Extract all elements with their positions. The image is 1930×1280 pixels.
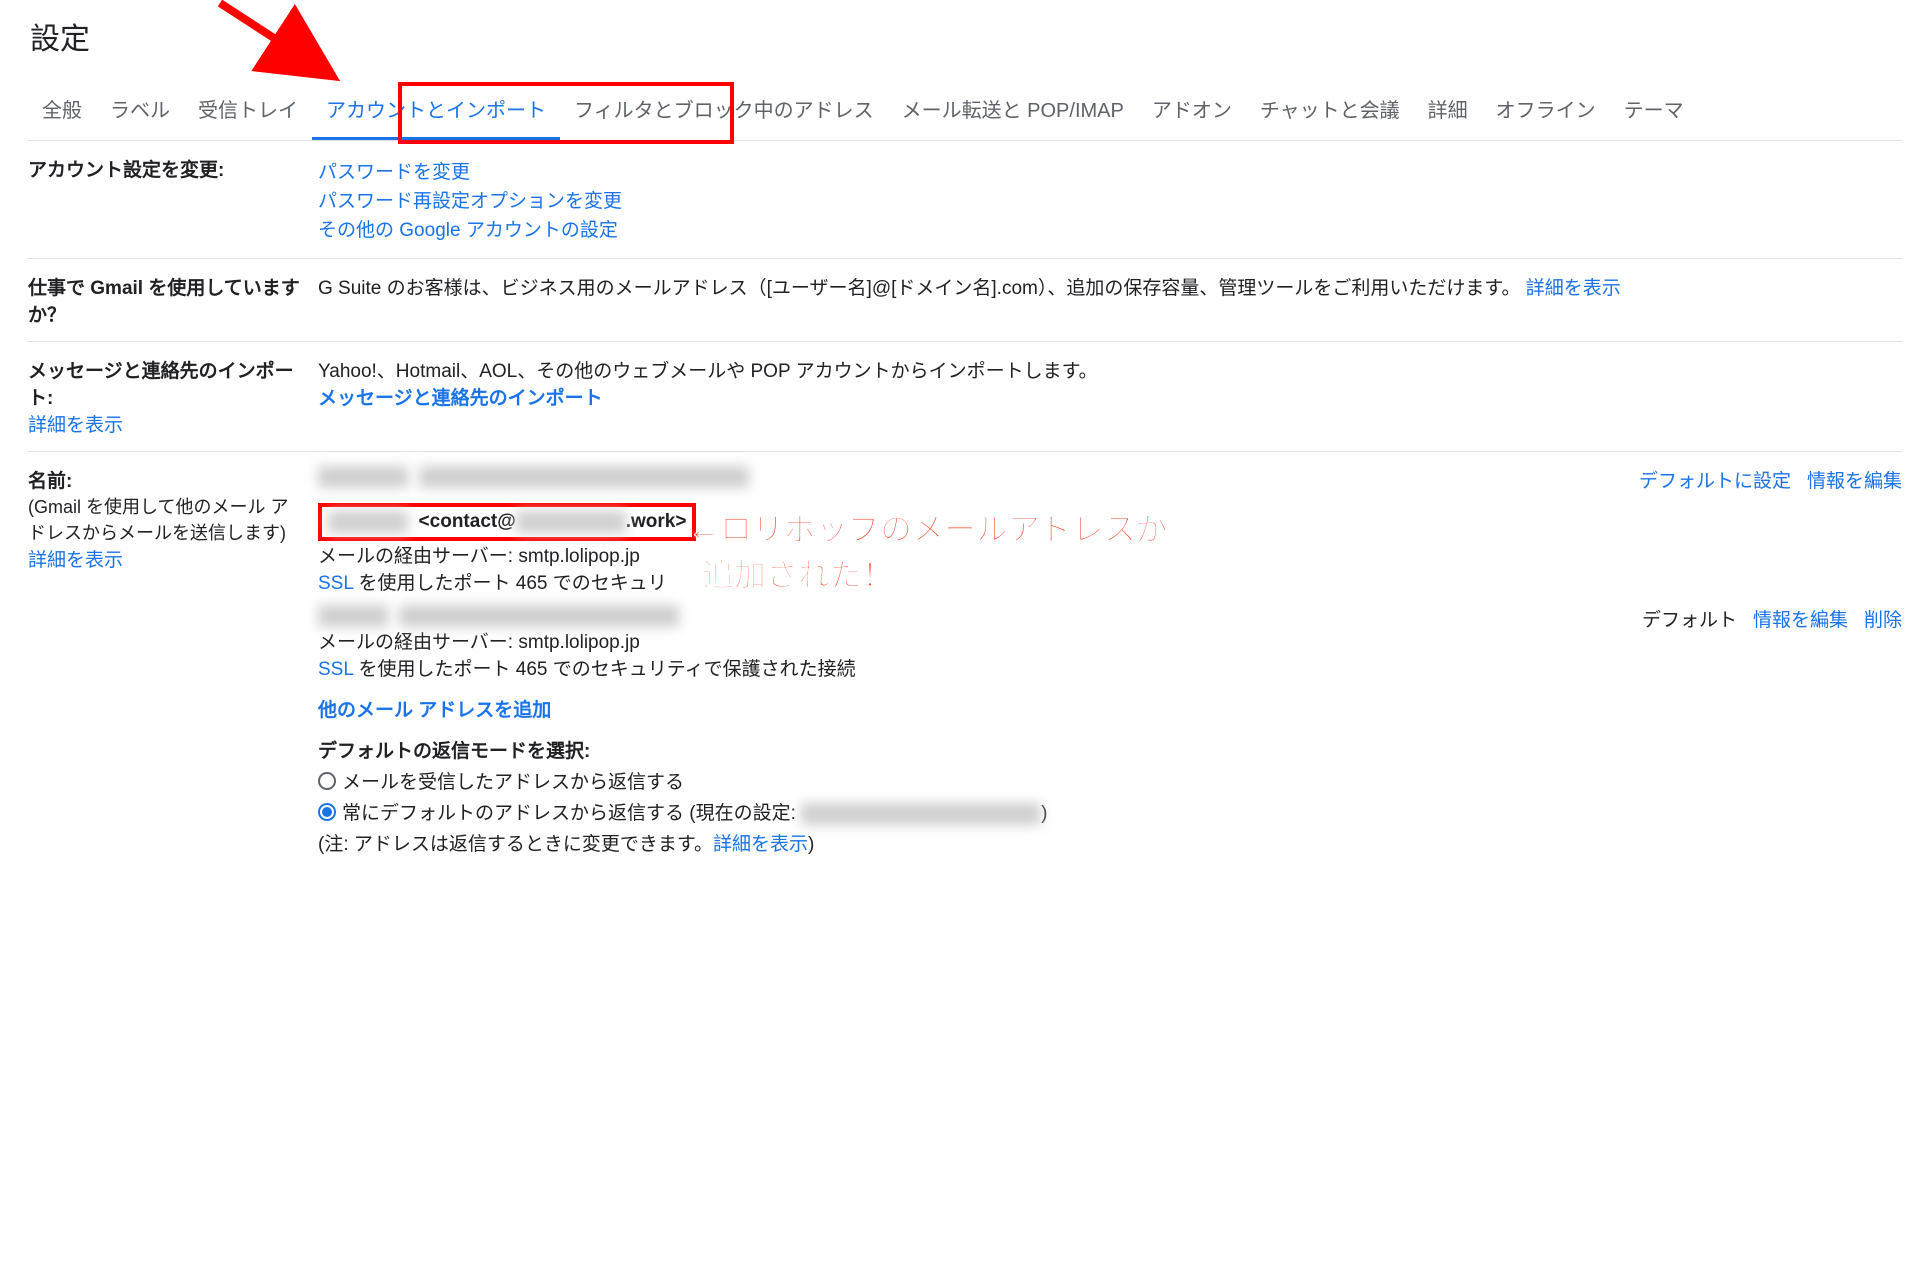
section-sub: (Gmail を使用して他のメール アドレスからメールを送信します) — [28, 497, 288, 543]
link-details[interactable]: 詳細を表示 — [28, 550, 123, 571]
tab-0[interactable]: 全般 — [28, 76, 96, 140]
link-set-default[interactable]: デフォルトに設定 — [1639, 466, 1791, 493]
send-as-address: <contact@xxx.work> — [413, 511, 686, 532]
tab-8[interactable]: 詳細 — [1414, 76, 1482, 140]
tab-10[interactable]: テーマ — [1610, 76, 1698, 140]
redacted-text: xx — [399, 605, 679, 627]
link-change-password[interactable]: パスワードを変更 — [318, 157, 1902, 184]
section-label: 仕事で Gmail を使用していますか？ — [28, 273, 318, 327]
link-other-google-settings[interactable]: その他の Google アカウントの設定 — [318, 215, 1902, 242]
annotation-callout: ←ロリポップのメールアドレスが 追加された！ — [688, 504, 1168, 596]
redacted-text: xxx — [801, 803, 1041, 825]
annotation-highlight-address: xx <contact@xxx.work> — [318, 503, 696, 541]
reply-mode-heading: デフォルトの返信モードを選択: — [318, 736, 1902, 763]
ssl-label: SSL — [318, 659, 353, 680]
tab-1[interactable]: ラベル — [96, 76, 184, 140]
tab-9[interactable]: オフライン — [1482, 76, 1610, 140]
ssl-description: を使用したポート 465 でのセキュリ — [353, 573, 667, 594]
ssl-label: SSL — [318, 573, 353, 594]
ssl-description: を使用したポート 465 でのセキュリティで保護された接続 — [353, 659, 855, 680]
section-change-account: アカウント設定を変更: パスワードを変更 パスワード再設定オプションを変更 その… — [28, 141, 1902, 259]
gsuite-description: G Suite のお客様は、ビジネス用のメールアドレス（[ユーザー名]@[ドメイ… — [318, 278, 1520, 299]
redacted-text: xx — [318, 466, 408, 488]
tab-5[interactable]: メール転送と POP/IMAP — [888, 76, 1138, 140]
section-label: アカウント設定を変更: — [28, 155, 318, 244]
link-edit-info[interactable]: 情報を編集 — [1807, 466, 1902, 493]
link-delete[interactable]: 削除 — [1864, 605, 1902, 632]
link-import-action[interactable]: メッセージと連絡先のインポート — [318, 388, 603, 409]
page-title: 設定 — [30, 14, 1902, 58]
link-details[interactable]: 詳細を表示 — [28, 415, 123, 436]
tab-2[interactable]: 受信トレイ — [184, 76, 312, 140]
default-badge: デフォルト — [1642, 605, 1737, 632]
tab-7[interactable]: チャットと会議 — [1246, 76, 1414, 140]
tab-4[interactable]: フィルタとブロック中のアドレス — [560, 76, 888, 140]
section-gmail-for-work: 仕事で Gmail を使用していますか？ G Suite のお客様は、ビジネス用… — [28, 259, 1902, 342]
redacted-text: xx — [419, 466, 749, 488]
section-import-messages: メッセージと連絡先のインポート: 詳細を表示 Yahoo!、Hotmail、AO… — [28, 342, 1902, 452]
redacted-text: xx — [328, 511, 408, 533]
reply-note: (注: アドレスは返信するときに変更できます。 — [318, 834, 713, 855]
link-edit-info[interactable]: 情報を編集 — [1753, 605, 1848, 632]
settings-tabs: 全般ラベル受信トレイアカウントとインポートフィルタとブロック中のアドレスメール転… — [28, 76, 1902, 141]
radio-reply-from-received[interactable] — [318, 772, 336, 790]
radio-label: 常にデフォルトのアドレスから返信する (現在の設定: xxx) — [342, 798, 1048, 825]
reply-note-suffix: ) — [808, 834, 814, 855]
link-details[interactable]: 詳細を表示 — [1526, 278, 1621, 299]
import-description: Yahoo!、Hotmail、AOL、その他のウェブメールや POP アカウント… — [318, 356, 1902, 383]
tab-3[interactable]: アカウントとインポート — [312, 76, 560, 140]
section-label: 名前: — [28, 471, 72, 492]
link-password-recovery[interactable]: パスワード再設定オプションを変更 — [318, 186, 1902, 213]
redacted-text: xx — [318, 605, 388, 627]
link-add-another-address[interactable]: 他のメール アドレスを追加 — [318, 700, 551, 721]
section-send-mail-as: 名前: (Gmail を使用して他のメール アドレスからメールを送信します) 詳… — [28, 452, 1902, 870]
mail-server: メールの経由サーバー: smtp.lolipop.jp — [318, 627, 1562, 654]
radio-reply-from-default[interactable] — [318, 803, 336, 821]
tab-6[interactable]: アドオン — [1138, 76, 1246, 140]
radio-label: メールを受信したアドレスから返信する — [342, 767, 684, 794]
section-label: メッセージと連絡先のインポート: — [28, 361, 294, 409]
link-details[interactable]: 詳細を表示 — [713, 834, 808, 855]
